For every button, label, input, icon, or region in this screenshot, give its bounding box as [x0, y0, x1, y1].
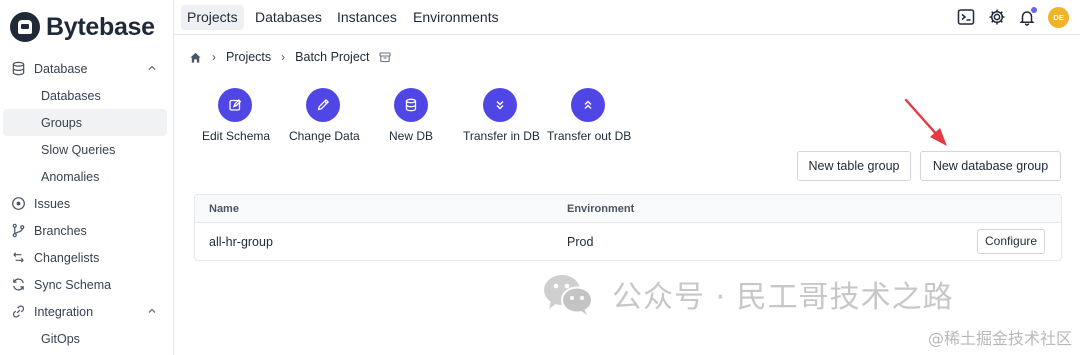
chevrons-up-icon	[584, 100, 592, 109]
top-nav-bar: Projects Databases Instances Environment…	[174, 0, 1080, 35]
sidebar-item-label: Databases	[41, 88, 101, 103]
brand-name: Bytebase	[46, 12, 155, 41]
pencil-icon	[317, 98, 330, 111]
chevron-right-icon: ›	[212, 50, 216, 64]
tab-projects[interactable]: Projects	[181, 5, 244, 30]
archive-icon[interactable]	[378, 51, 391, 63]
terminal-icon[interactable]	[957, 8, 975, 26]
bytebase-logo-icon	[10, 12, 40, 42]
table-row[interactable]: all-hr-group Prod Configure	[195, 223, 1061, 260]
notification-dot	[1031, 7, 1037, 13]
sidebar-nav: Database Databases Groups Slow Queries A…	[0, 55, 174, 352]
qa-icon-wrap	[306, 88, 340, 122]
sidebar-item-label: Anomalies	[41, 169, 100, 184]
quick-action-transfer-in-db[interactable]: Transfer in DB	[463, 88, 540, 143]
quick-action-change-data[interactable]: Change Data	[289, 88, 360, 143]
sidebar-item-label: Groups	[41, 115, 82, 130]
sidebar: Bytebase Database Databases Groups Slow …	[0, 0, 174, 355]
quick-action-label: Change Data	[289, 129, 360, 143]
column-header-name: Name	[209, 203, 239, 215]
database-icon	[12, 61, 25, 76]
sidebar-item-integration[interactable]: Integration	[0, 298, 174, 325]
qa-icon-wrap	[571, 88, 605, 122]
quick-action-label: Edit Schema	[202, 129, 271, 143]
new-database-group-button[interactable]: New database group	[920, 151, 1061, 181]
tab-environments[interactable]: Environments	[407, 5, 505, 30]
quick-action-transfer-out-db[interactable]: Transfer out DB	[547, 88, 632, 143]
sidebar-item-database[interactable]: Database	[0, 55, 174, 82]
chevron-right-icon: ›	[281, 50, 286, 64]
link-icon	[12, 305, 25, 318]
table-header: Name Environment	[195, 195, 1061, 223]
database-icon	[405, 98, 417, 112]
quick-action-label: Transfer in DB	[463, 129, 540, 143]
watermark: 公众号 · 民工哥技术之路	[542, 272, 954, 316]
tab-databases[interactable]: Databases	[249, 5, 328, 30]
issue-circle-icon	[12, 197, 25, 210]
edit-square-icon	[229, 99, 242, 111]
sidebar-item-label: Sync Schema	[34, 277, 112, 292]
refresh-icon	[13, 278, 24, 291]
sidebar-item-label: Branches	[34, 223, 87, 238]
watermark-corner: @稀土掘金技术社区	[927, 329, 1072, 348]
watermark-text: 公众号 · 民工哥技术之路	[612, 280, 954, 315]
new-table-group-button[interactable]: New table group	[797, 151, 911, 181]
wechat-logo-icon	[542, 272, 594, 316]
quick-action-label: New DB	[388, 129, 433, 143]
sidebar-item-label: Issues	[34, 196, 71, 211]
avatar[interactable]: DE	[1048, 7, 1069, 28]
group-name-cell[interactable]: all-hr-group	[209, 235, 273, 249]
qa-icon-wrap	[483, 88, 517, 122]
brand-logo[interactable]: Bytebase	[10, 10, 155, 44]
gear-icon[interactable]	[988, 8, 1006, 26]
chevron-up-icon[interactable]	[147, 63, 157, 73]
sidebar-item-sync-schema[interactable]: Sync Schema	[0, 271, 174, 298]
sidebar-item-label: GitOps	[41, 331, 80, 346]
chevrons-down-icon	[496, 101, 504, 110]
sidebar-item-issues[interactable]: Issues	[0, 190, 174, 217]
qa-icon-wrap	[394, 88, 428, 122]
git-branch-icon	[12, 223, 25, 238]
sidebar-item-label: Integration	[34, 304, 94, 319]
breadcrumb-projects[interactable]: Projects	[226, 50, 271, 64]
sidebar-item-label: Database	[34, 61, 88, 76]
sidebar-item-branches[interactable]: Branches	[0, 217, 174, 244]
qa-icon-wrap	[218, 88, 252, 122]
sidebar-item-databases[interactable]: Databases	[0, 82, 174, 109]
tab-instances[interactable]: Instances	[331, 5, 403, 30]
database-groups-table: Name Environment all-hr-group Prod Confi…	[194, 194, 1062, 261]
sidebar-item-groups[interactable]: Groups	[3, 109, 167, 136]
quick-action-new-db[interactable]: New DB	[384, 88, 438, 143]
quick-action-edit-schema[interactable]: Edit Schema	[202, 88, 271, 143]
quick-action-label: Transfer out DB	[547, 129, 632, 143]
sidebar-item-changelists[interactable]: Changelists	[0, 244, 174, 271]
sidebar-item-label: Slow Queries	[41, 142, 116, 157]
breadcrumb: › Projects › Batch Project	[189, 48, 391, 66]
breadcrumb-current-project: Batch Project	[295, 50, 370, 64]
sidebar-item-anomalies[interactable]: Anomalies	[0, 163, 174, 190]
sidebar-item-label: Changelists	[34, 250, 100, 265]
configure-button[interactable]: Configure	[977, 229, 1046, 254]
changelist-icon	[13, 252, 24, 263]
environment-cell: Prod	[567, 235, 594, 249]
column-header-environment: Environment	[567, 203, 635, 215]
home-icon[interactable]	[189, 51, 202, 64]
sidebar-item-slow-queries[interactable]: Slow Queries	[0, 136, 174, 163]
sidebar-item-gitops[interactable]: GitOps	[0, 325, 174, 352]
chevron-up-icon[interactable]	[147, 306, 157, 316]
